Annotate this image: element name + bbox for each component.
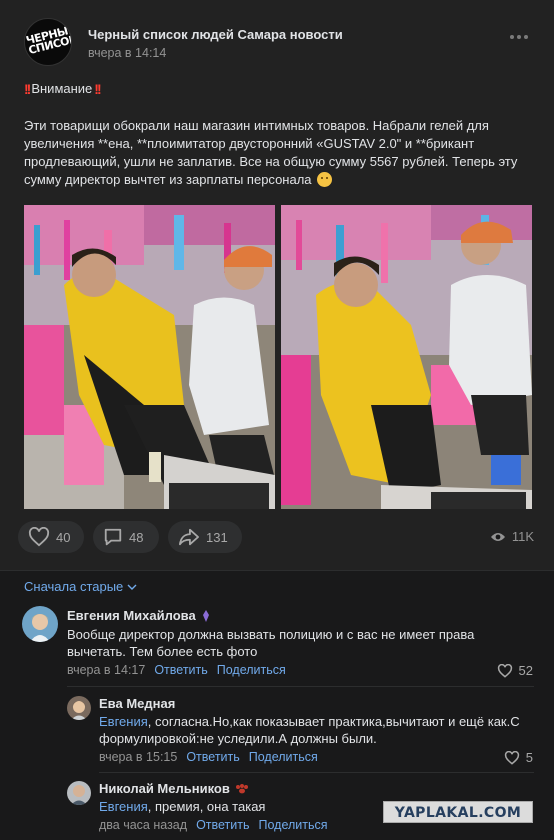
attention-label: Внимание [31,81,93,96]
divider [67,686,534,687]
reply-avatar[interactable] [67,696,91,720]
share-comment-button[interactable]: Поделиться [259,818,328,832]
heart-icon [504,750,519,765]
reply-meta: вчера в 15:15 Ответить Поделиться [99,750,318,764]
comment-like-count: 52 [518,663,533,678]
share-count: 131 [206,529,228,545]
more-options-icon[interactable] [510,35,528,41]
post-body-text: Эти товарищи обокрали наш магазин интимн… [24,118,518,187]
heart-icon [28,527,50,547]
comment-item: Евгения Михайлова Вообще директор должна… [0,600,554,685]
comment-count: 48 [129,529,144,545]
share-button[interactable]: 131 [168,521,242,553]
reply-button[interactable]: Ответить [186,750,239,764]
reply-time[interactable]: два часа назад [99,818,187,832]
reply-text: Евгения, премия, она такая [99,798,399,815]
share-comment-button[interactable]: Поделиться [217,663,286,677]
reply-author-name[interactable]: Ева Медная [99,696,175,711]
post-header: ЧЕРНЫЙ СПИСОК Черный список людей Самара… [24,18,534,66]
reply-time[interactable]: вчера в 15:15 [99,750,177,764]
emoji-icon [202,609,209,622]
comment-sort-dropdown[interactable]: Сначала старые [24,579,137,594]
photo-2-image [281,205,532,509]
share-arrow-icon [179,528,199,546]
divider [99,772,534,773]
watermark-logo: YAPLAKAL.COM [383,801,533,823]
double-exclamation-icon: !! [94,81,101,97]
post-text: !! Внимание !! Эти товарищи обокрали наш… [24,80,530,189]
like-button[interactable]: 40 [18,521,84,553]
post-photo-1[interactable] [24,205,275,509]
post-card: ЧЕРНЫЙ СПИСОК Черный список людей Самара… [0,0,554,571]
double-exclamation-icon: !! [24,81,31,97]
reply-like-button[interactable]: 5 [504,750,533,765]
attention-line: !! Внимание !! [24,80,530,98]
share-comment-button[interactable]: Поделиться [249,750,318,764]
reply-button[interactable]: Ответить [196,818,249,832]
reply-mention[interactable]: Евгения [99,714,148,729]
group-avatar[interactable]: ЧЕРНЫЙ СПИСОК [24,18,72,66]
group-logo-text: ЧЕРНЫЙ СПИСОК [24,22,72,57]
reply-author-name[interactable]: Николай Мельников [99,781,249,796]
reply-mention[interactable]: Евгения [99,799,148,814]
eye-icon [490,532,505,541]
view-count: 11K [511,529,534,544]
chevron-down-icon [127,584,137,590]
paw-icon [235,783,248,793]
comment-icon [104,528,122,546]
reply-item: Ева Медная Евгения, согласна.Но,как пока… [0,690,554,770]
reply-avatar[interactable] [67,781,91,805]
views-counter: 11K [490,529,534,544]
comment-button[interactable]: 48 [93,521,159,553]
photo-gallery [24,205,532,509]
post-time[interactable]: вчера в 14:14 [88,46,166,60]
comment-meta: вчера в 14:17 Ответить Поделиться [67,663,286,677]
sort-label: Сначала старые [24,579,124,594]
reply-meta: два часа назад Ответить Поделиться [99,818,328,832]
post-photo-2[interactable] [281,205,532,509]
reply-like-count: 5 [525,750,533,765]
commenter-name[interactable]: Евгения Михайлова [67,608,211,623]
group-name[interactable]: Черный список людей Самара новости [88,27,343,42]
comment-text: Вообще директор должна вызвать полицию и… [67,627,475,659]
comment-time[interactable]: вчера в 14:17 [67,663,145,677]
photo-1-image [24,205,275,509]
post-body: Эти товарищи обокрали наш магазин интимн… [24,117,530,189]
post-actions: 40 48 131 11K [18,521,538,553]
like-count: 40 [56,529,71,545]
reply-body: , согласна.Но,как показывает практика,вы… [99,714,520,746]
comment-like-button[interactable]: 52 [497,663,533,678]
commenter-avatar[interactable] [22,606,58,642]
heart-icon [497,663,512,678]
reply-button[interactable]: Ответить [154,663,207,677]
reply-body: , премия, она такая [147,799,266,814]
reply-text: Евгения, согласна.Но,как показывает прак… [99,713,539,747]
worried-face-emoji-icon [317,172,333,187]
